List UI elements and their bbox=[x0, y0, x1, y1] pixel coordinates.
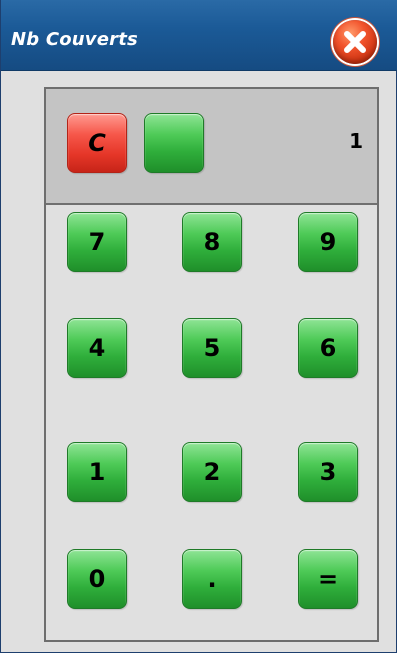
number-display: C 1 bbox=[46, 89, 377, 205]
key-5[interactable]: 5 bbox=[182, 318, 242, 378]
key-equals[interactable]: = bbox=[298, 549, 358, 609]
window-title: Nb Couverts bbox=[11, 29, 138, 50]
clear-button[interactable]: C bbox=[67, 113, 127, 173]
key-0[interactable]: 0 bbox=[67, 549, 127, 609]
key-9[interactable]: 9 bbox=[298, 212, 358, 272]
close-button[interactable] bbox=[333, 20, 377, 64]
close-icon bbox=[344, 31, 366, 53]
dialog-window: Nb Couverts C 1 7 8 9 4 5 6 1 2 3 0 . = bbox=[0, 0, 397, 653]
key-decimal[interactable]: . bbox=[182, 549, 242, 609]
key-3[interactable]: 3 bbox=[298, 442, 358, 502]
display-value: 1 bbox=[349, 129, 363, 153]
key-6[interactable]: 6 bbox=[298, 318, 358, 378]
blank-button[interactable] bbox=[144, 113, 204, 173]
key-4[interactable]: 4 bbox=[67, 318, 127, 378]
key-8[interactable]: 8 bbox=[182, 212, 242, 272]
key-1[interactable]: 1 bbox=[67, 442, 127, 502]
key-7[interactable]: 7 bbox=[67, 212, 127, 272]
key-2[interactable]: 2 bbox=[182, 442, 242, 502]
title-bar: Nb Couverts bbox=[1, 0, 397, 71]
numpad-panel: C 1 7 8 9 4 5 6 1 2 3 0 . = bbox=[44, 87, 379, 642]
